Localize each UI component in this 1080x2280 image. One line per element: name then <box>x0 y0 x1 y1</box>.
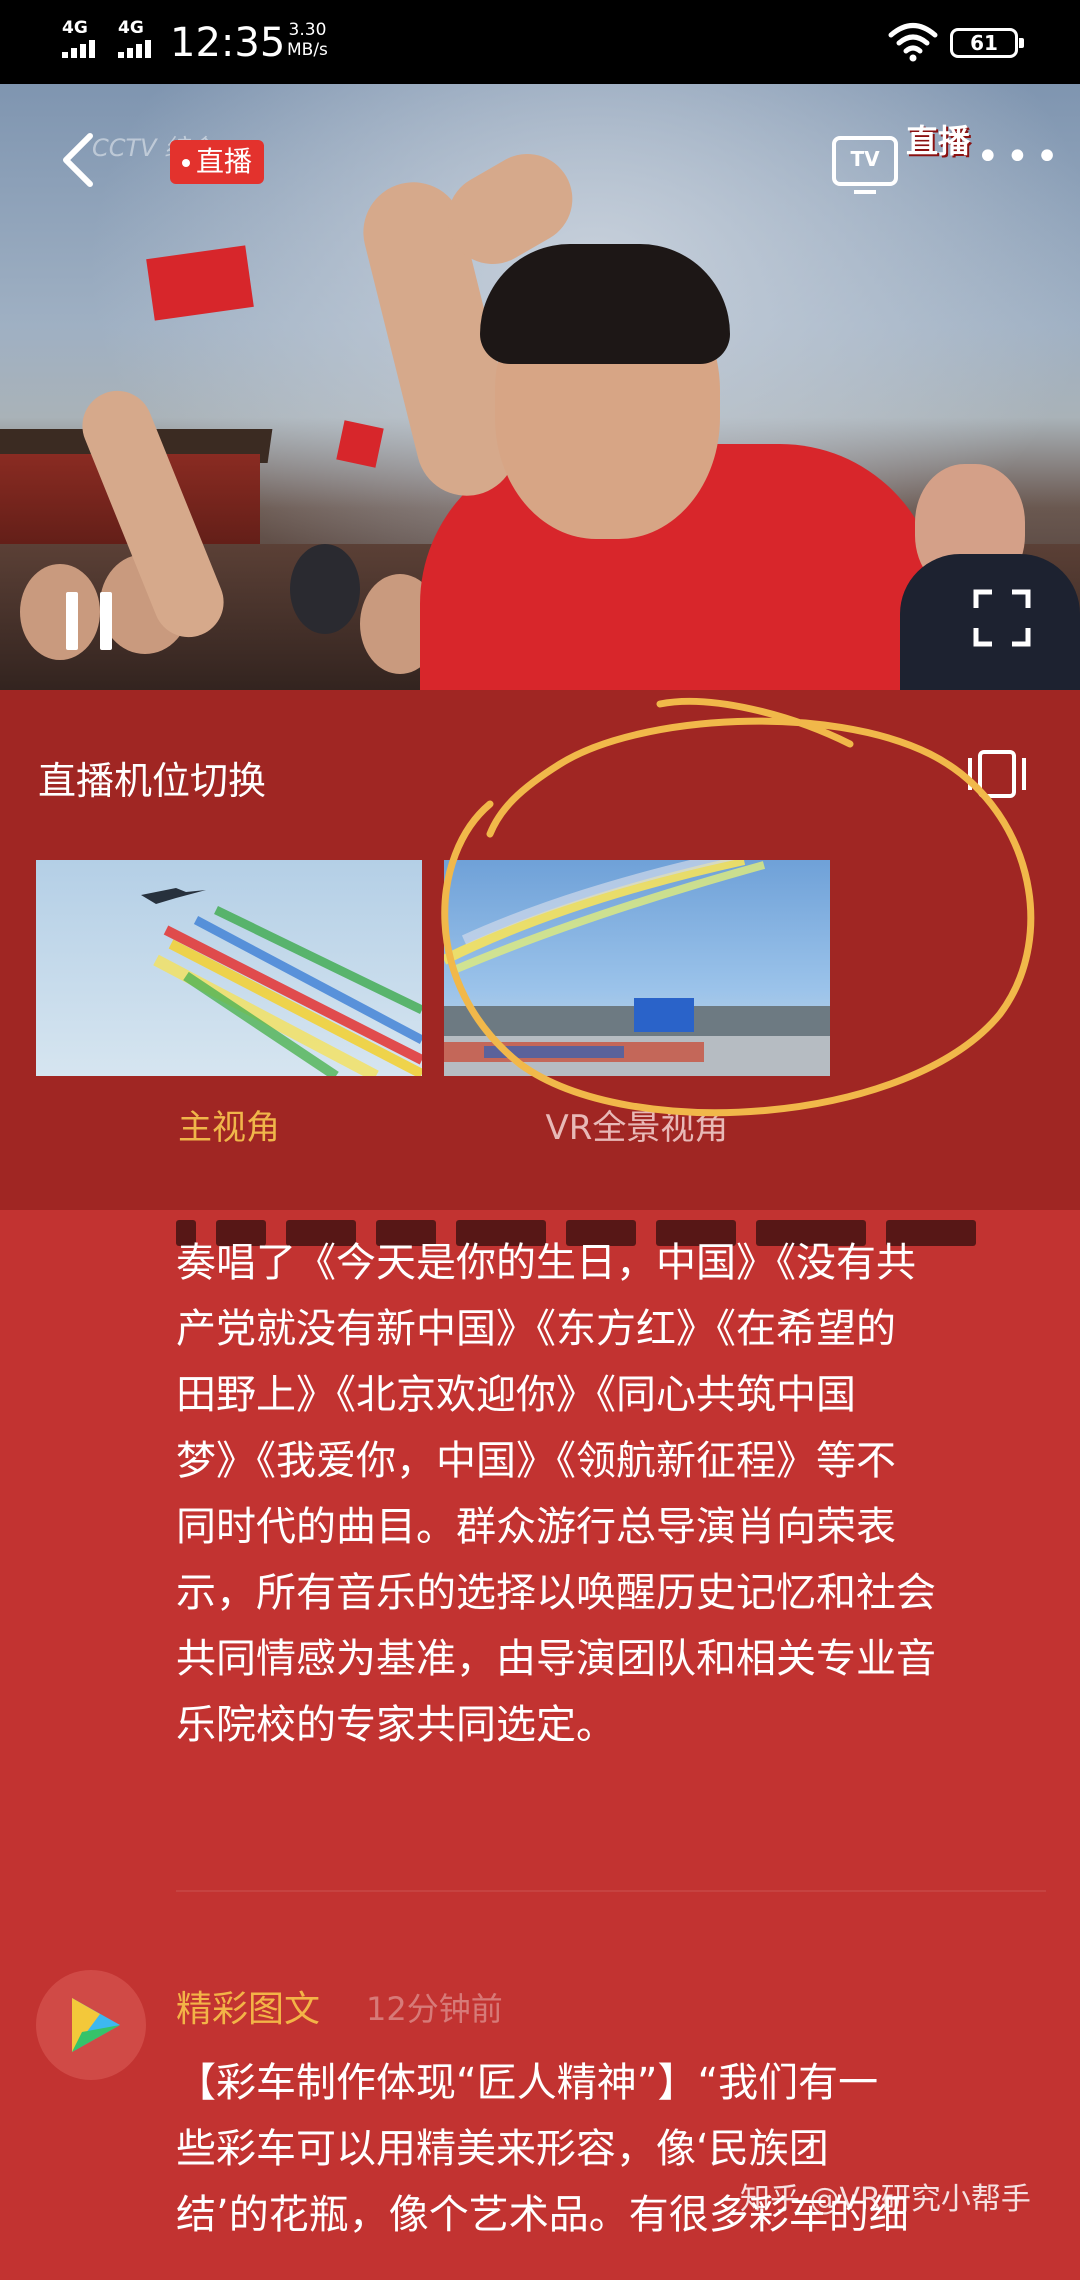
wifi-icon <box>888 23 938 62</box>
section-divider <box>176 1890 1046 1892</box>
zhihu-watermark: 知乎 @VR研究小帮手 <box>740 2182 1031 2217</box>
live-badge-label: 直播 <box>196 145 253 178</box>
status-bar: 4G 4G 12:35 3.30 MB/s 61 <box>0 0 1080 84</box>
signal-type-2: 4G <box>118 18 144 38</box>
annotation-circle-mark <box>441 697 1035 1117</box>
article-line: 共同情感为基准，由导演团队和相关专业音 <box>176 1636 936 1682</box>
article-line: 同时代的曲目。群众游行总导演肖向荣表 <box>176 1504 896 1550</box>
video-player[interactable]: CCTV 综合 直播 TV 直播 ••• <box>0 84 1080 690</box>
article-line: 些彩车可以用精美来形容，像‘民族团 <box>176 2126 829 2172</box>
video-boy-hair <box>480 244 730 364</box>
camera-switch-panel: 直播机位切换 主视角 VR全景视角 <box>0 690 1080 1210</box>
article-line: 【彩车制作体现“匠人精神”】“我们有一 <box>176 2060 879 2106</box>
article-line: 乐院校的专家共同选定。 <box>176 1702 616 1748</box>
article-paragraph: 【彩车制作体现“匠人精神”】“我们有一 些彩车可以用精美来形容，像‘民族团 结’… <box>176 2050 1036 2248</box>
camera-switch-title: 直播机位切换 <box>38 759 267 803</box>
camera-option-main-label: 主视角 <box>178 1108 280 1148</box>
battery-level: 61 <box>970 31 998 55</box>
feed-source[interactable]: 精彩图文 <box>176 1980 320 2032</box>
article-content: 奏唱了《今天是你的生日，中国》《没有共 产党就没有新中国》《东方红》《在希望的 … <box>0 1210 1080 2280</box>
pause-icon[interactable] <box>62 592 114 650</box>
network-speed: 3.30 MB/s <box>287 20 328 60</box>
fullscreen-icon[interactable] <box>972 588 1032 648</box>
app-logo-icon[interactable] <box>36 1970 146 2080</box>
article-paragraph: 奏唱了《今天是你的生日，中国》《没有共 产党就没有新中国》《东方红》《在希望的 … <box>176 1230 1036 1758</box>
article-line: 梦》《我爱你，中国》《领航新征程》等不 <box>176 1438 896 1484</box>
article-line: 奏唱了《今天是你的生日，中国》《没有共 <box>176 1240 916 1286</box>
article-line: 田野上》《北京欢迎你》《同心共筑中国 <box>176 1372 856 1418</box>
video-flag <box>336 420 384 468</box>
feed-timestamp: 12分钟前 <box>366 1990 503 2028</box>
live-dot-icon <box>182 159 190 167</box>
status-time: 12:35 <box>170 20 286 66</box>
play-logo-icon <box>72 1998 120 2052</box>
video-crowd-head <box>290 544 360 634</box>
camera-option-main[interactable] <box>36 860 422 1076</box>
network-speed-value: 3.30 <box>288 20 327 40</box>
main-view-thumbnail <box>141 888 422 1076</box>
signal-type-1: 4G <box>62 18 88 38</box>
signal-bars-1-icon <box>62 40 104 58</box>
battery-icon: 61 <box>950 28 1024 58</box>
signal-bars-2-icon <box>118 40 160 58</box>
more-options-button[interactable]: ••• <box>976 134 1065 180</box>
article-line: 产党就没有新中国》《东方红》《在希望的 <box>176 1306 896 1352</box>
broadcast-live-watermark: 直播 <box>906 122 971 160</box>
tv-cast-button[interactable]: TV <box>832 136 898 194</box>
network-speed-unit: MB/s <box>287 40 328 60</box>
live-badge: 直播 <box>170 140 265 184</box>
article-line: 示，所有音乐的选择以唤醒历史记忆和社会 <box>176 1570 936 1616</box>
